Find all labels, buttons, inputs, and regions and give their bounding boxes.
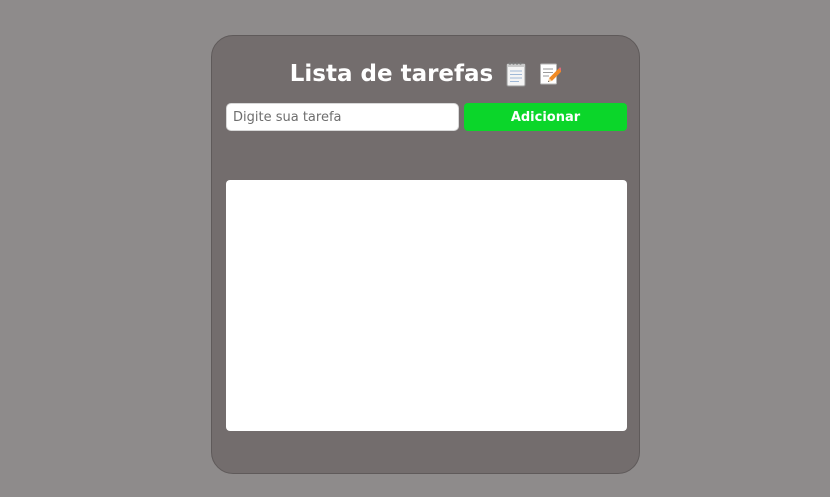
task-input[interactable]	[226, 103, 459, 131]
add-task-button[interactable]: Adicionar	[464, 103, 627, 131]
memo-pencil-icon	[539, 61, 564, 87]
task-list	[226, 180, 627, 431]
todo-card: Lista de tarefas Digite sua tarefa Adici…	[211, 35, 640, 474]
header: Lista de tarefas	[212, 57, 639, 91]
task-form: Adicionar	[226, 103, 627, 131]
notepad-icon	[505, 61, 527, 87]
page-title: Lista de tarefas	[289, 60, 494, 87]
